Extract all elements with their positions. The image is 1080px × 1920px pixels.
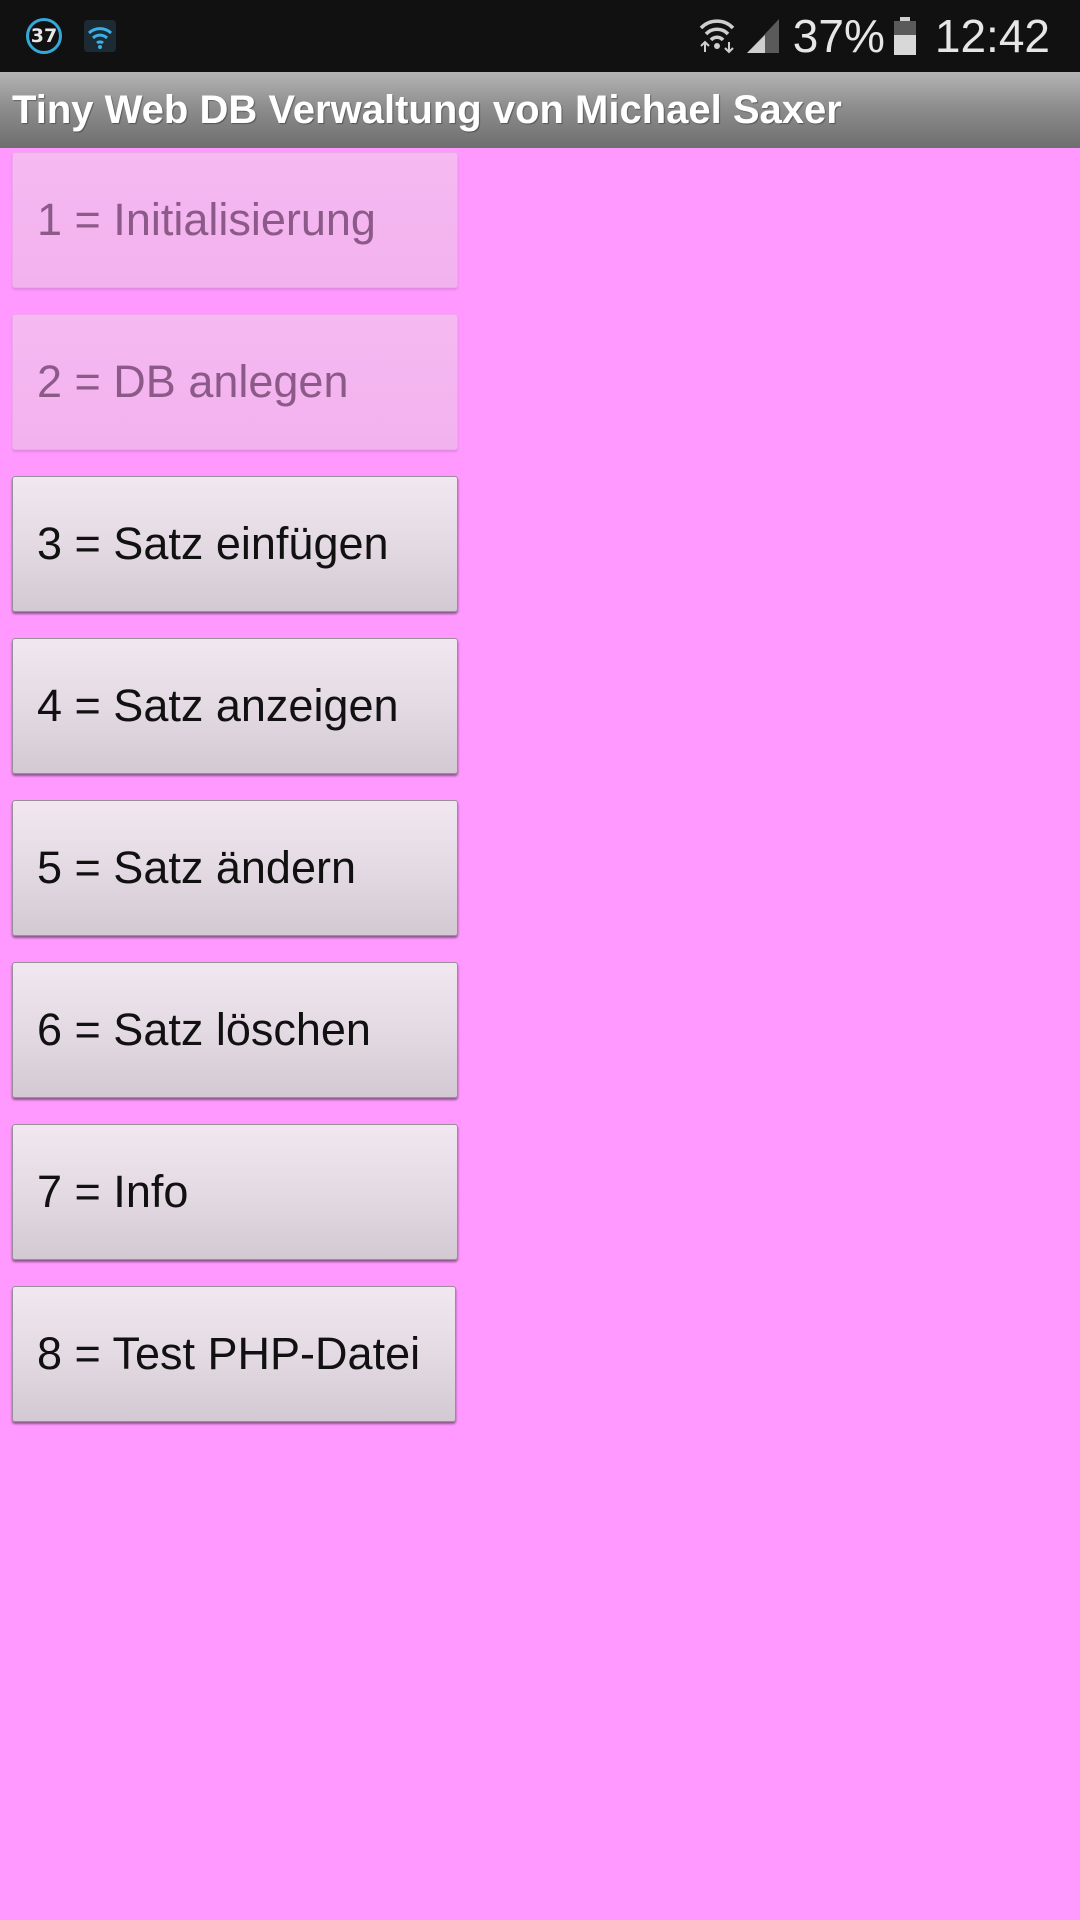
info-button[interactable]: 7 = Info bbox=[12, 1124, 458, 1260]
notification-badge-icon: 37 bbox=[26, 18, 62, 54]
satz-anzeigen-button[interactable]: 4 = Satz anzeigen bbox=[12, 638, 458, 774]
battery-icon bbox=[893, 16, 917, 56]
clock: 12:42 bbox=[934, 10, 1050, 62]
battery-percentage: 37% bbox=[792, 10, 885, 62]
satz-loeschen-button[interactable]: 6 = Satz löschen bbox=[12, 962, 458, 1098]
wifi-notification-icon bbox=[82, 18, 118, 54]
status-bar-left: 37 bbox=[26, 16, 118, 56]
satz-aendern-button[interactable]: 5 = Satz ändern bbox=[12, 800, 458, 936]
app-title: Tiny Web DB Verwaltung von Michael Saxer bbox=[12, 87, 842, 132]
wifi-icon bbox=[699, 16, 735, 56]
db-anlegen-button[interactable]: 2 = DB anlegen bbox=[12, 314, 458, 450]
status-bar-right: 37% 12:42 bbox=[699, 6, 1050, 66]
app-title-bar: Tiny Web DB Verwaltung von Michael Saxer bbox=[0, 72, 1080, 148]
signal-icon bbox=[745, 17, 781, 55]
status-bar: 37 37% 12:42 bbox=[0, 0, 1080, 72]
satz-einfuegen-button[interactable]: 3 = Satz einfügen bbox=[12, 476, 458, 612]
menu-button-list: 1 = Initialisierung 2 = DB anlegen 3 = S… bbox=[12, 152, 458, 1448]
initialisierung-button[interactable]: 1 = Initialisierung bbox=[12, 152, 458, 288]
test-php-datei-button[interactable]: 8 = Test PHP-Datei bbox=[12, 1286, 456, 1422]
